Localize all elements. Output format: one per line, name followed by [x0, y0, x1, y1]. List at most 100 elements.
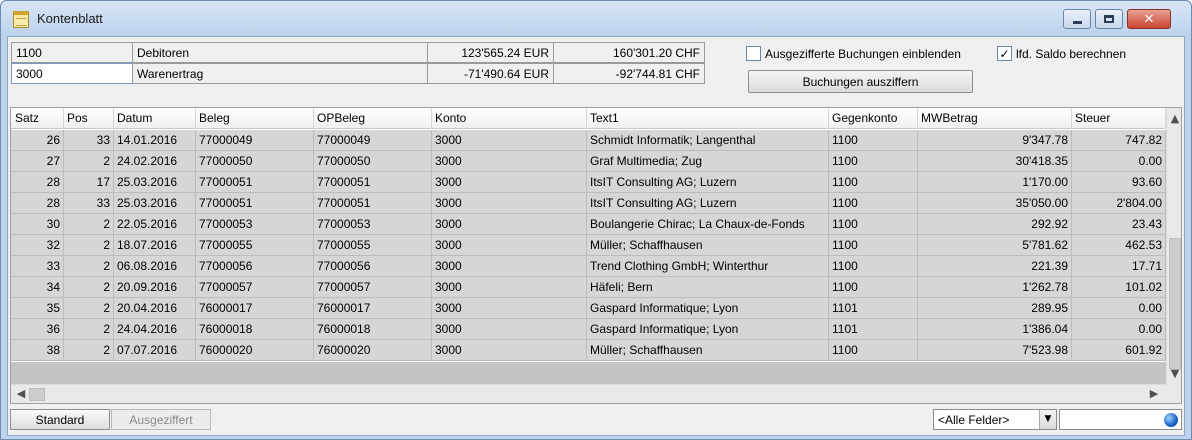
- cell-pos[interactable]: 2: [63, 277, 114, 298]
- cell-satz[interactable]: 34: [11, 277, 64, 298]
- cell-pos[interactable]: 2: [63, 340, 114, 361]
- cell-beleg[interactable]: 77000050: [195, 151, 314, 172]
- cell-beleg[interactable]: 77000053: [195, 214, 314, 235]
- cell-gegenkonto[interactable]: 1100: [828, 340, 918, 361]
- cell-opbeleg[interactable]: 77000049: [313, 130, 432, 151]
- account-number[interactable]: 1100: [11, 42, 133, 63]
- cell-gegenkonto[interactable]: 1101: [828, 298, 918, 319]
- cell-mwbetrag[interactable]: 1'170.00: [917, 172, 1072, 193]
- table-row[interactable]: 33 2 06.08.2016 77000056 77000056 3000 Trend C…: [11, 256, 1166, 277]
- table-row[interactable]: 28 33 25.03.2016 77000051 77000051 3000 ItsIT …: [11, 193, 1166, 214]
- cell-konto[interactable]: 3000: [431, 214, 587, 235]
- tab-ausgeziffert[interactable]: Ausgeziffert: [111, 409, 211, 430]
- cell-datum[interactable]: 06.08.2016: [113, 256, 196, 277]
- cell-gegenkonto[interactable]: 1101: [828, 319, 918, 340]
- cell-text1[interactable]: Müller; Schaffhausen: [586, 235, 829, 256]
- cell-text1[interactable]: Graf Multimedia; Zug: [586, 151, 829, 172]
- table-row[interactable]: 38 2 07.07.2016 76000020 76000020 3000 Müller;…: [11, 340, 1166, 361]
- filter-search-input[interactable]: [1059, 409, 1182, 430]
- cell-text1[interactable]: Schmidt Informatik; Langenthal: [586, 130, 829, 151]
- cell-beleg[interactable]: 77000056: [195, 256, 314, 277]
- cell-satz[interactable]: 32: [11, 235, 64, 256]
- cell-opbeleg[interactable]: 77000053: [313, 214, 432, 235]
- close-button[interactable]: ✕: [1127, 9, 1171, 29]
- cell-mwbetrag[interactable]: 5'781.62: [917, 235, 1072, 256]
- header-col-steuer[interactable]: Steuer: [1071, 108, 1166, 129]
- cell-datum[interactable]: 20.09.2016: [113, 277, 196, 298]
- cell-satz[interactable]: 28: [11, 193, 64, 214]
- cell-mwbetrag[interactable]: 35'050.00: [917, 193, 1072, 214]
- table-row[interactable]: 35 2 20.04.2016 76000017 76000017 3000 Gaspard…: [11, 298, 1166, 319]
- cell-gegenkonto[interactable]: 1100: [828, 214, 918, 235]
- chevron-down-icon[interactable]: ▼: [1039, 410, 1056, 429]
- cell-text1[interactable]: ItsIT Consulting AG; Luzern: [586, 172, 829, 193]
- cell-pos[interactable]: 33: [63, 130, 114, 151]
- cell-opbeleg[interactable]: 77000051: [313, 193, 432, 214]
- header-col-mwbetrag[interactable]: MWBetrag: [917, 108, 1072, 129]
- table-row[interactable]: 32 2 18.07.2016 77000055 77000055 3000 Müller;…: [11, 235, 1166, 256]
- header-col-datum[interactable]: Datum: [113, 108, 196, 129]
- table-row[interactable]: 30 2 22.05.2016 77000053 77000053 3000 Boulang…: [11, 214, 1166, 235]
- cell-text1[interactable]: ItsIT Consulting AG; Luzern: [586, 193, 829, 214]
- cell-gegenkonto[interactable]: 1100: [828, 151, 918, 172]
- table-row[interactable]: 26 33 14.01.2016 77000049 77000049 3000 Schmid…: [11, 130, 1166, 151]
- scroll-left-icon[interactable]: ◀: [13, 386, 29, 402]
- cell-beleg[interactable]: 76000018: [195, 319, 314, 340]
- cell-text1[interactable]: Trend Clothing GmbH; Winterthur: [586, 256, 829, 277]
- cell-satz[interactable]: 28: [11, 172, 64, 193]
- cell-satz[interactable]: 26: [11, 130, 64, 151]
- cell-text1[interactable]: Gaspard Informatique; Lyon: [586, 319, 829, 340]
- running-balance-checkbox[interactable]: ✓ lfd. Saldo berechnen: [997, 46, 1126, 61]
- cell-text1[interactable]: Boulangerie Chirac; La Chaux-de-Fonds: [586, 214, 829, 235]
- header-col-konto[interactable]: Konto: [431, 108, 587, 129]
- header-col-text1[interactable]: Text1: [586, 108, 829, 129]
- cell-steuer[interactable]: 23.43: [1071, 214, 1166, 235]
- cell-pos[interactable]: 2: [63, 235, 114, 256]
- horizontal-scrollbar[interactable]: ◀ ▶: [11, 384, 1166, 403]
- cell-beleg[interactable]: 77000057: [195, 277, 314, 298]
- cell-konto[interactable]: 3000: [431, 340, 587, 361]
- cell-beleg[interactable]: 77000051: [195, 193, 314, 214]
- vertical-scrollbar[interactable]: ▲ ▼: [1166, 108, 1181, 384]
- cell-pos[interactable]: 17: [63, 172, 114, 193]
- header-col-beleg[interactable]: Beleg: [195, 108, 314, 129]
- cell-steuer[interactable]: 0.00: [1071, 319, 1166, 340]
- cell-datum[interactable]: 25.03.2016: [113, 193, 196, 214]
- scroll-down-icon[interactable]: ▼: [1167, 366, 1181, 382]
- cell-pos[interactable]: 2: [63, 256, 114, 277]
- horizontal-scroll-thumb[interactable]: [29, 388, 45, 401]
- cell-mwbetrag[interactable]: 7'523.98: [917, 340, 1072, 361]
- table-row[interactable]: 28 17 25.03.2016 77000051 77000051 3000 ItsIT …: [11, 172, 1166, 193]
- cell-satz[interactable]: 38: [11, 340, 64, 361]
- clear-bookings-button[interactable]: Buchungen ausziffern: [748, 70, 973, 93]
- cell-opbeleg[interactable]: 77000057: [313, 277, 432, 298]
- cell-konto[interactable]: 3000: [431, 193, 587, 214]
- cell-konto[interactable]: 3000: [431, 277, 587, 298]
- cell-beleg[interactable]: 76000017: [195, 298, 314, 319]
- table-row[interactable]: 34 2 20.09.2016 77000057 77000057 3000 Häfeli;…: [11, 277, 1166, 298]
- cell-pos[interactable]: 2: [63, 214, 114, 235]
- cell-gegenkonto[interactable]: 1100: [828, 130, 918, 151]
- cell-datum[interactable]: 20.04.2016: [113, 298, 196, 319]
- cell-mwbetrag[interactable]: 9'347.78: [917, 130, 1072, 151]
- cell-datum[interactable]: 18.07.2016: [113, 235, 196, 256]
- cell-steuer[interactable]: 0.00: [1071, 151, 1166, 172]
- cell-konto[interactable]: 3000: [431, 235, 587, 256]
- cell-pos[interactable]: 2: [63, 298, 114, 319]
- cell-mwbetrag[interactable]: 292.92: [917, 214, 1072, 235]
- cell-gegenkonto[interactable]: 1100: [828, 256, 918, 277]
- cell-text1[interactable]: Gaspard Informatique; Lyon: [586, 298, 829, 319]
- cell-steuer[interactable]: 747.82: [1071, 130, 1166, 151]
- cell-pos[interactable]: 33: [63, 193, 114, 214]
- cell-konto[interactable]: 3000: [431, 319, 587, 340]
- cell-konto[interactable]: 3000: [431, 298, 587, 319]
- cell-opbeleg[interactable]: 76000017: [313, 298, 432, 319]
- header-col-gegenkonto[interactable]: Gegenkonto: [828, 108, 918, 129]
- cell-satz[interactable]: 33: [11, 256, 64, 277]
- table-row[interactable]: 36 2 24.04.2016 76000018 76000018 3000 Gaspard…: [11, 319, 1166, 340]
- table-row[interactable]: 27 2 24.02.2016 77000050 77000050 3000 Graf Mu…: [11, 151, 1166, 172]
- cell-datum[interactable]: 24.02.2016: [113, 151, 196, 172]
- cell-gegenkonto[interactable]: 1100: [828, 172, 918, 193]
- cell-opbeleg[interactable]: 76000020: [313, 340, 432, 361]
- cell-konto[interactable]: 3000: [431, 172, 587, 193]
